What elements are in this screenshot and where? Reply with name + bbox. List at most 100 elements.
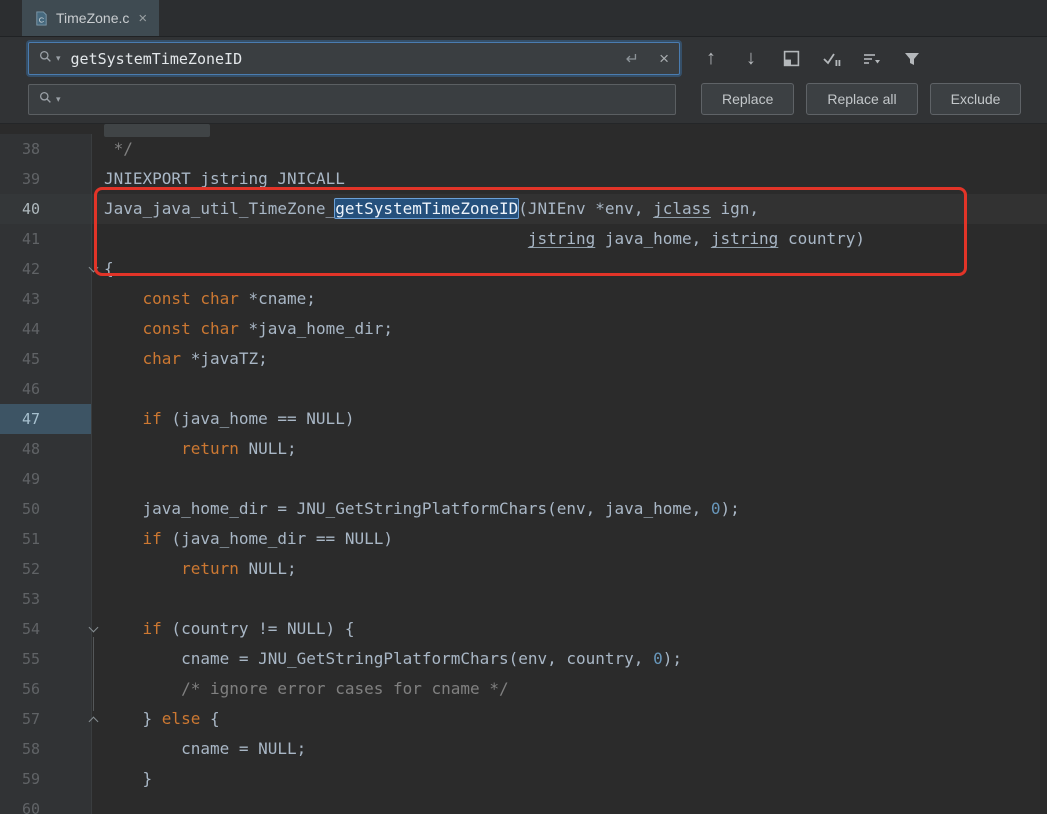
- code-line: 38 */: [0, 134, 1047, 164]
- code-line: 40 Java_java_util_TimeZone_getSystemTimeZ…: [0, 194, 1047, 224]
- code-text: JNIEXPORT jstring JNICALL: [104, 169, 345, 188]
- line-number: 53: [21, 590, 40, 608]
- gutter[interactable]: 58: [0, 734, 92, 764]
- line-number: 39: [21, 170, 40, 188]
- line-number: 47: [21, 410, 40, 428]
- gutter[interactable]: 55: [0, 644, 92, 674]
- line-number: 43: [21, 290, 40, 308]
- find-replace-panel: ▾ getSystemTimeZoneID ↵ × ↑ ↓ ▾ Replace …: [0, 37, 1047, 124]
- filter-icon[interactable]: [903, 52, 921, 66]
- gutter[interactable]: 51: [0, 524, 92, 554]
- line-number: 46: [21, 380, 40, 398]
- gutter[interactable]: 50: [0, 494, 92, 524]
- gutter[interactable]: 56: [0, 674, 92, 704]
- gutter[interactable]: 47: [0, 404, 92, 434]
- code-text: /* ignore error cases for cname */: [181, 679, 509, 698]
- line-number: 50: [21, 500, 40, 518]
- code-text: cname = JNU_GetStringPlatformChars(env, …: [104, 649, 682, 668]
- code-line: 46: [0, 374, 1047, 404]
- code-text: {: [104, 259, 114, 278]
- gutter[interactable]: 60: [0, 794, 92, 814]
- line-number: 60: [21, 800, 40, 814]
- replace-history-caret-icon[interactable]: ▾: [56, 94, 61, 105]
- code-text: jstring java_home, jstring country): [527, 229, 866, 248]
- gutter[interactable]: 41: [0, 224, 92, 254]
- fold-marker-icon[interactable]: [84, 254, 102, 284]
- newline-icon[interactable]: ↵: [626, 49, 639, 69]
- previous-occurrence-button[interactable]: ↑: [702, 47, 720, 70]
- code-lines: 38 */ 39 JNIEXPORT jstring JNICALL 40 Java_j…: [0, 134, 1047, 814]
- replace-magnifier-icon: [39, 91, 52, 109]
- fold-guide-line: [93, 637, 94, 711]
- code-editor[interactable]: 38 */ 39 JNIEXPORT jstring JNICALL 40 Java_j…: [0, 124, 1047, 814]
- search-magnifier-icon: [39, 50, 52, 68]
- code-line: 45 char *javaTZ;: [0, 344, 1047, 374]
- code-text: const char *cname;: [142, 289, 316, 308]
- svg-text:C: C: [39, 15, 45, 24]
- next-occurrence-button[interactable]: ↓: [742, 47, 760, 70]
- gutter[interactable]: 46: [0, 374, 92, 404]
- ide-window: C TimeZone.c × ▾ getSystemTimeZoneID ↵ ×…: [0, 0, 1047, 814]
- multiline-lines-icon[interactable]: [863, 52, 881, 66]
- line-number: 49: [21, 470, 40, 488]
- replace-button[interactable]: Replace: [701, 83, 795, 115]
- gutter[interactable]: 49: [0, 464, 92, 494]
- code-text: if (java_home_dir == NULL): [142, 529, 393, 548]
- code-line: 59 }: [0, 764, 1047, 794]
- code-line: 43 const char *cname;: [0, 284, 1047, 314]
- line-number: 55: [21, 650, 40, 668]
- gutter[interactable]: 59: [0, 764, 92, 794]
- tab-close-icon[interactable]: ×: [138, 11, 147, 26]
- code-line: 48 return NULL;: [0, 434, 1047, 464]
- gutter[interactable]: 48: [0, 434, 92, 464]
- code-text: if (java_home == NULL): [142, 409, 355, 428]
- line-number: 44: [21, 320, 40, 338]
- gutter[interactable]: 38: [0, 134, 92, 164]
- line-number: 48: [21, 440, 40, 458]
- code-line: 42 {: [0, 254, 1047, 284]
- gutter[interactable]: 54: [0, 614, 92, 644]
- code-line: 57 } else {: [0, 704, 1047, 734]
- code-text: char *javaTZ;: [142, 349, 268, 368]
- replace-all-button[interactable]: Replace all: [806, 83, 918, 115]
- search-query-text: getSystemTimeZoneID: [70, 49, 243, 68]
- line-number: 58: [21, 740, 40, 758]
- code-line: 53: [0, 584, 1047, 614]
- line-number: 59: [21, 770, 40, 788]
- clear-search-icon[interactable]: ×: [659, 49, 669, 69]
- c-file-icon: C: [34, 10, 49, 26]
- tab-title: TimeZone.c: [56, 10, 130, 26]
- gutter[interactable]: 44: [0, 314, 92, 344]
- gutter[interactable]: 40: [0, 194, 92, 224]
- code-line: 55 cname = JNU_GetStringPlatformChars(en…: [0, 644, 1047, 674]
- open-in-find-window-icon[interactable]: [782, 50, 800, 67]
- gutter[interactable]: 43: [0, 284, 92, 314]
- gutter[interactable]: 39: [0, 164, 92, 194]
- code-text: cname = NULL;: [104, 739, 307, 758]
- code-line: 52 return NULL;: [0, 554, 1047, 584]
- code-text: */: [104, 139, 133, 158]
- gutter[interactable]: 53: [0, 584, 92, 614]
- match-case-icon[interactable]: [822, 51, 841, 67]
- gutter[interactable]: 57: [0, 704, 92, 734]
- tab-timezone-c[interactable]: C TimeZone.c ×: [22, 0, 160, 36]
- current-search-match: getSystemTimeZoneID: [334, 198, 520, 219]
- line-number: 51: [21, 530, 40, 548]
- replace-buttons: Replace Replace all Exclude: [701, 83, 1022, 115]
- line-number: 57: [21, 710, 40, 728]
- code-text: }: [104, 769, 153, 788]
- line-number: 54: [21, 620, 40, 638]
- gutter[interactable]: 52: [0, 554, 92, 584]
- gutter[interactable]: 45: [0, 344, 92, 374]
- exclude-button[interactable]: Exclude: [929, 83, 1022, 115]
- search-input[interactable]: ▾ getSystemTimeZoneID ↵ ×: [28, 42, 680, 75]
- code-line: 60: [0, 794, 1047, 814]
- code-line: 44 const char *java_home_dir;: [0, 314, 1047, 344]
- gutter[interactable]: 42: [0, 254, 92, 284]
- code-text: return NULL;: [181, 559, 297, 578]
- search-history-caret-icon[interactable]: ▾: [56, 53, 61, 64]
- replace-input[interactable]: ▾: [28, 84, 676, 115]
- code-text: return NULL;: [181, 439, 297, 458]
